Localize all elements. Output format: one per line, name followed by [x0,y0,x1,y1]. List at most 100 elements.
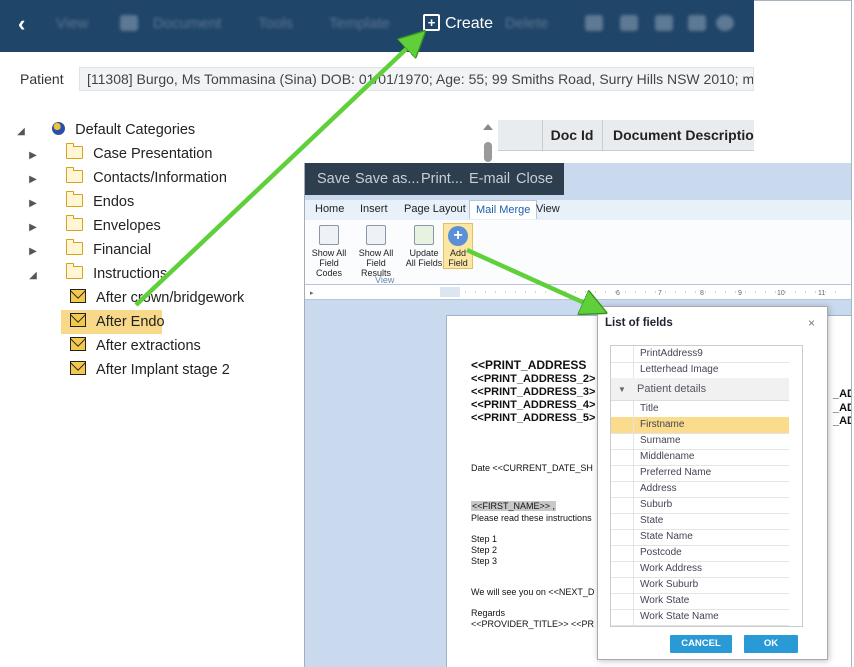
ruler[interactable]: ▸ 6 7 8 9 10 11 [305,285,851,300]
toolbar-delete[interactable]: Delete [505,14,548,34]
document-label: After Implant stage 2 [96,362,230,378]
field-item[interactable]: Surname [611,433,789,450]
tree-root[interactable]: ◢ Default Categories [14,118,195,142]
expand-arrow-icon[interactable]: ▶ [26,240,40,264]
field-item[interactable]: PrintAddress9 [611,346,789,363]
tree-folder-instructions[interactable]: ◢ Instructions [26,262,167,286]
cancel-button[interactable]: CANCEL [670,635,732,653]
editor-menubar: Save Save as... Print... E-mail Close [305,163,564,195]
menu-close[interactable]: Close [516,171,553,187]
field-item[interactable]: Work Address [611,561,789,578]
field-item[interactable]: Work State [611,593,789,610]
update-fields-button[interactable]: Update All Fields [402,225,446,268]
refresh-icon[interactable] [716,15,734,31]
field-item[interactable]: Work Suburb [611,577,789,594]
folder-label: Endos [93,194,135,210]
top-toolbar: ‹ View Document Tools Template + Create D… [0,0,754,52]
doc-step: Step 2 [471,545,498,555]
expand-arrow-icon[interactable]: ▶ [26,168,40,192]
tree-folder[interactable]: ▶ Financial [26,238,151,262]
tab-page-layout[interactable]: Page Layout [404,203,466,215]
scroll-up-icon[interactable] [483,124,493,130]
tree-folder[interactable]: ▶ Contacts/Information [26,166,227,190]
menu-save-as[interactable]: Save as... [355,171,419,187]
doc-provider: <<PROVIDER_TITLE>> <<PR [471,619,595,629]
toolbar-template[interactable]: Template [329,14,390,34]
print-icon[interactable] [620,15,638,31]
field-item[interactable]: Address [611,481,789,498]
tree-document[interactable]: After extractions [70,334,201,358]
menu-print[interactable]: Print... [421,171,463,187]
close-icon[interactable]: × [808,316,815,330]
collapse-arrow-icon[interactable]: ◢ [26,264,40,288]
menu-save[interactable]: Save [317,171,350,187]
copy-icon[interactable] [585,15,603,31]
doc-address-line: <<PRINT_ADDRESS_3> [471,386,596,398]
collapse-triangle-icon[interactable]: ▼ [611,379,633,401]
doc-right-fragment: _AD [833,388,851,400]
field-codes-icon [319,225,339,245]
doc-step: Step 3 [471,556,498,566]
tree-folder[interactable]: ▶ Envelopes [26,214,161,238]
globe-icon [52,122,66,135]
plus-box-icon: + [423,14,440,31]
doc-right-fragment: _AD [833,402,851,414]
tree-document-selected[interactable]: After Endo [61,310,165,334]
doc-first-name-field: <<FIRST_NAME>> , [471,501,557,511]
field-item[interactable]: Postcode [611,545,789,562]
show-field-results-button[interactable]: Show All Field Results [354,225,398,278]
tree-document[interactable]: After crown/bridgework [70,286,244,310]
field-item[interactable]: State [611,513,789,530]
field-item[interactable]: Middlename [611,449,789,466]
search-icon[interactable] [120,15,138,31]
svg-text:▸: ▸ [310,290,314,297]
ok-button[interactable]: OK [744,635,798,653]
toolbar-tools[interactable]: Tools [258,14,293,34]
toolbar-view[interactable]: View [56,14,88,34]
tab-mail-merge[interactable]: Mail Merge [469,200,538,219]
tree-folder[interactable]: ▶ Case Presentation [26,142,212,166]
column-document-description[interactable]: Document Description [603,120,754,150]
tree-scrollbar[interactable] [482,124,494,164]
column-doc-id[interactable]: Doc Id [542,120,603,150]
collapse-arrow-icon[interactable]: ◢ [14,120,28,144]
scroll-thumb[interactable] [484,142,492,162]
tree-document[interactable]: After Implant stage 2 [70,358,230,382]
field-group-patient-details[interactable]: ▼ Patient details [611,378,789,401]
ruler-ticks: ▸ 6 7 8 9 10 11 [310,287,845,297]
doc-right-fragment: _AD [833,415,851,427]
folder-label: Case Presentation [93,146,213,162]
field-item[interactable]: Letterhead Image [611,362,789,379]
doc-instructions: Please read these instructions [471,513,592,523]
add-field-button[interactable]: + Add Field [443,223,473,269]
tab-home[interactable]: Home [315,203,344,215]
field-item[interactable]: Work State Name [611,609,789,626]
expand-arrow-icon[interactable]: ▶ [26,216,40,240]
create-button[interactable]: + Create [423,12,493,36]
field-list-scrollbar[interactable] [802,346,803,626]
field-item[interactable]: Suburb [611,497,789,514]
toolbar-document[interactable]: Document [153,14,221,34]
attach-icon[interactable] [655,15,673,31]
field-list[interactable]: PrintAddress9 Letterhead Image ▼ Patient … [610,345,803,627]
grid-select-column [498,120,543,150]
tab-insert[interactable]: Insert [360,203,388,215]
envelope-icon [70,361,86,375]
email-icon[interactable] [688,15,706,31]
create-label: Create [445,15,494,32]
show-field-codes-button[interactable]: Show All Field Codes [307,225,351,278]
svg-text:10: 10 [777,290,785,297]
field-item[interactable]: Title [611,401,789,418]
field-item-selected[interactable]: Firstname [611,417,789,434]
field-item[interactable]: State Name [611,529,789,546]
add-field-label: Add Field [448,248,468,268]
patient-field[interactable]: [11308] Burgo, Ms Tommasina (Sina) DOB: … [79,67,754,91]
back-icon[interactable]: ‹ [18,12,38,36]
expand-arrow-icon[interactable]: ▶ [26,144,40,168]
envelope-icon [70,313,86,327]
field-item[interactable]: Preferred Name [611,465,789,482]
expand-arrow-icon[interactable]: ▶ [26,192,40,216]
tab-view[interactable]: View [536,203,560,215]
tree-folder[interactable]: ▶ Endos [26,190,134,214]
menu-email[interactable]: E-mail [469,171,510,187]
